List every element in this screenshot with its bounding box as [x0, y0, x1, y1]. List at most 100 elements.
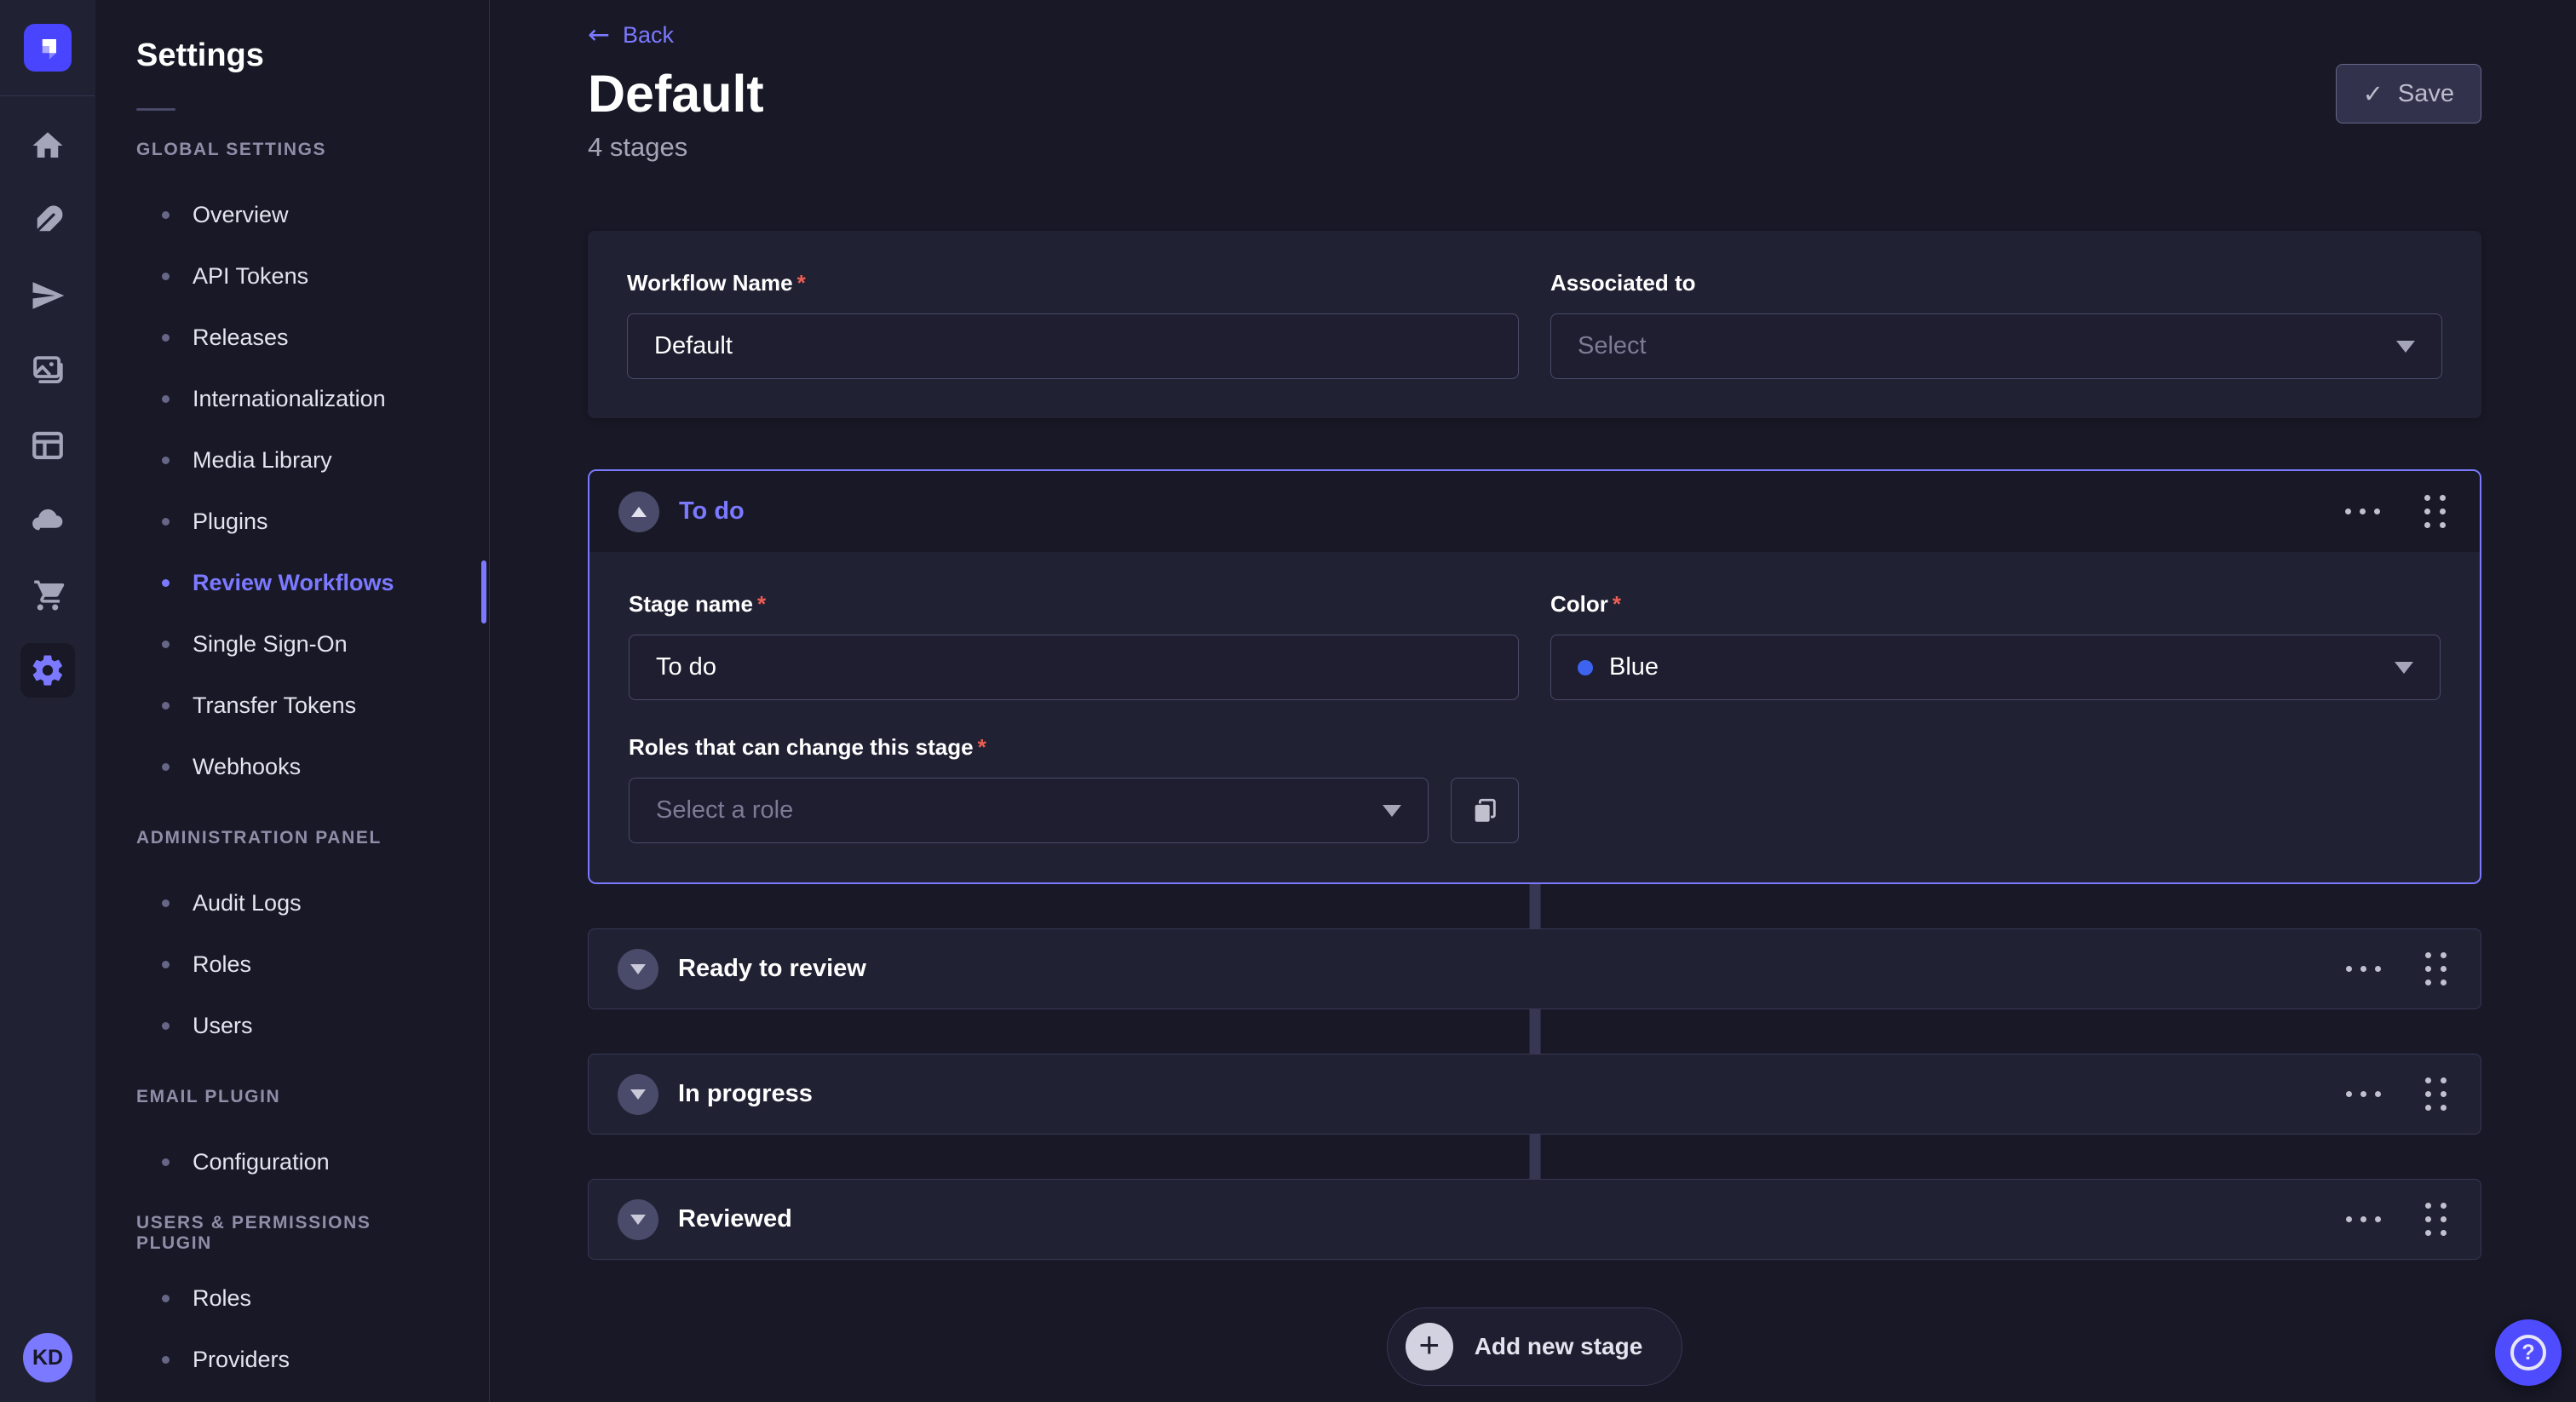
sidebar-item-api-tokens[interactable]: API Tokens [95, 245, 489, 307]
stage-title: Ready to review [678, 955, 866, 983]
drag-handle-icon[interactable] [2419, 490, 2451, 533]
sidebar-item-transfer-tokens[interactable]: Transfer Tokens [95, 675, 489, 736]
back-link[interactable]: ← Back [588, 22, 674, 49]
stage-roles-label: Roles that can change this stage* [629, 734, 1519, 761]
section-global-settings: GLOBAL SETTINGS [95, 133, 489, 167]
sidebar-item-up-roles[interactable]: Roles [95, 1267, 489, 1329]
nav-releases[interactable] [0, 258, 95, 333]
layout-icon [30, 428, 66, 463]
nav-content-type-builder[interactable] [0, 183, 95, 258]
question-mark-icon: ? [2510, 1335, 2546, 1370]
main-nav-rail: KD [0, 0, 95, 1402]
stage-body-to-do: Stage name* Color* Blue [589, 552, 2480, 882]
user-avatar[interactable]: KD [23, 1333, 72, 1382]
expand-stage-button[interactable] [618, 1199, 658, 1240]
nav-settings[interactable] [0, 633, 95, 708]
sidebar-item-webhooks[interactable]: Webhooks [95, 736, 489, 797]
stage-card-in-progress[interactable]: In progress [588, 1054, 2481, 1135]
settings-sidebar: Settings GLOBAL SETTINGS Overview API To… [95, 0, 490, 1402]
drag-handle-icon[interactable] [2420, 1072, 2452, 1116]
sidebar-item-releases[interactable]: Releases [95, 307, 489, 368]
bullet-icon [162, 334, 170, 342]
stage-name-input[interactable] [629, 635, 1519, 700]
sidebar-item-plugins[interactable]: Plugins [95, 491, 489, 552]
sidebar-item-label: Roles [193, 951, 251, 978]
bullet-icon [162, 961, 170, 968]
back-label: Back [623, 22, 674, 49]
gear-icon [30, 652, 66, 688]
collapse-stage-button[interactable] [618, 491, 659, 532]
sidebar-item-audit-logs[interactable]: Audit Logs [95, 872, 489, 934]
caret-down-icon [630, 964, 646, 974]
sidebar-item-label: Audit Logs [193, 890, 302, 916]
stage-color-select[interactable]: Blue [1550, 635, 2441, 700]
stage-options-menu-button[interactable] [2346, 1208, 2381, 1231]
color-swatch-blue [1578, 660, 1593, 675]
nav-marketplace[interactable] [0, 558, 95, 633]
stage-card-to-do: To do Stage name* Col [588, 469, 2481, 884]
cart-icon [30, 577, 66, 613]
associated-to-label: Associated to [1550, 270, 2442, 296]
bullet-icon [162, 641, 170, 648]
sidebar-item-label: Transfer Tokens [193, 692, 356, 719]
required-asterisk: * [797, 270, 806, 296]
cloud-icon [30, 503, 66, 538]
app-root: KD Settings GLOBAL SETTINGS Overview API… [0, 0, 2576, 1402]
sidebar-item-label: Internationalization [193, 386, 386, 412]
sidebar-item-admin-roles[interactable]: Roles [95, 934, 489, 995]
required-asterisk: * [978, 734, 986, 761]
nav-content-manager[interactable] [0, 408, 95, 483]
sidebar-item-email-configuration[interactable]: Configuration [95, 1131, 489, 1192]
sidebar-item-media-library[interactable]: Media Library [95, 429, 489, 491]
workflow-name-label: Workflow Name* [627, 270, 1519, 296]
stages-list: To do Stage name* Col [588, 469, 2481, 1260]
stage-options-menu-button[interactable] [2346, 957, 2381, 980]
required-asterisk: * [1613, 591, 1621, 618]
expand-stage-button[interactable] [618, 949, 658, 990]
add-new-stage-button[interactable]: + Add new stage [1387, 1307, 1683, 1386]
bullet-icon [162, 1295, 170, 1302]
sidebar-item-single-sign-on[interactable]: Single Sign-On [95, 613, 489, 675]
stage-card-ready-to-review[interactable]: Ready to review [588, 928, 2481, 1009]
caret-up-icon [631, 507, 647, 517]
workflow-name-field: Workflow Name* [627, 270, 1519, 379]
sidebar-item-label: Plugins [193, 509, 268, 535]
required-asterisk: * [757, 591, 766, 618]
add-new-stage-label: Add new stage [1475, 1333, 1643, 1360]
nav-media-library[interactable] [0, 333, 95, 408]
stage-title: In progress [678, 1080, 813, 1108]
help-button[interactable]: ? [2495, 1319, 2562, 1386]
drag-handle-icon[interactable] [2420, 1198, 2452, 1241]
rail-logo-area [0, 0, 95, 96]
associated-to-placeholder: Select [1578, 332, 2396, 360]
sidebar-item-overview[interactable]: Overview [95, 184, 489, 245]
stage-header-to-do[interactable]: To do [589, 471, 2480, 552]
bullet-icon [162, 702, 170, 710]
duplicate-stage-button[interactable] [1451, 778, 1519, 843]
main-content: ← Back Default ✓ Save 4 stages Workflow … [490, 0, 2576, 1402]
nav-settings-active-bg [20, 643, 75, 698]
bullet-icon [162, 395, 170, 403]
sidebar-item-admin-users[interactable]: Users [95, 995, 489, 1056]
sidebar-item-up-providers[interactable]: Providers [95, 1329, 489, 1390]
associated-to-select[interactable]: Select [1550, 313, 2442, 379]
expand-stage-button[interactable] [618, 1074, 658, 1115]
strapi-logo[interactable] [24, 24, 72, 72]
stage-card-reviewed[interactable]: Reviewed [588, 1179, 2481, 1260]
nav-cloud[interactable] [0, 483, 95, 558]
save-button[interactable]: ✓ Save [2336, 64, 2481, 124]
bullet-icon [162, 1356, 170, 1364]
sidebar-item-label: API Tokens [193, 263, 308, 290]
bullet-icon [162, 1022, 170, 1030]
stage-options-menu-button[interactable] [2346, 1083, 2381, 1106]
nav-home[interactable] [0, 108, 95, 183]
sidebar-item-review-workflows[interactable]: Review Workflows [95, 552, 489, 613]
sidebar-item-label: Users [193, 1013, 253, 1039]
sidebar-item-internationalization[interactable]: Internationalization [95, 368, 489, 429]
stage-roles-placeholder: Select a role [656, 796, 1383, 825]
stage-roles-select[interactable]: Select a role [629, 778, 1429, 843]
workflow-name-input[interactable] [627, 313, 1519, 379]
sidebar-item-label: Webhooks [193, 754, 301, 780]
stage-options-menu-button[interactable] [2345, 500, 2380, 523]
drag-handle-icon[interactable] [2420, 947, 2452, 991]
